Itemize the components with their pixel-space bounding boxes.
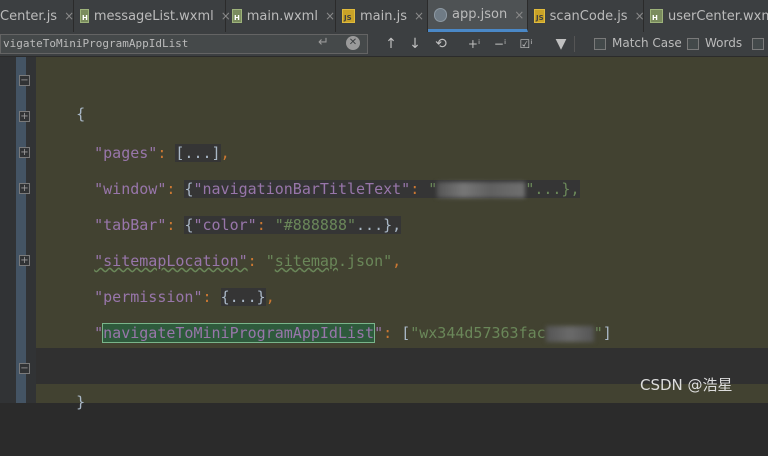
change-marker	[16, 57, 26, 403]
next-occurrence-icon[interactable]: ↓	[406, 35, 424, 53]
json-string: "	[428, 180, 438, 198]
tab-label: app.json	[452, 7, 508, 22]
code-line: "window": {"navigationBarTitleText": " ".…	[58, 135, 580, 198]
close-tab-icon[interactable]: ×	[64, 9, 74, 23]
enter-icon: ↵	[318, 35, 329, 50]
remove-selection-icon[interactable]: −ⁱ	[490, 35, 510, 53]
json-string: .json"	[337, 252, 393, 270]
filter-icon[interactable]: ▼	[552, 35, 570, 53]
tab-label: main.js	[360, 8, 407, 24]
code-line: }	[40, 348, 85, 411]
blurred-text	[545, 325, 594, 342]
code-line: "sitemapLocation": "sitemap.json",	[58, 207, 401, 270]
code-line: "tabBar": {"color": "#888888"...},	[58, 171, 402, 234]
colon: :	[410, 180, 429, 198]
js-file-icon: JS	[534, 9, 545, 23]
editor-gutter: − + + + + −	[0, 57, 36, 403]
code-editor[interactable]: { "pages": [...], "window": {"navigation…	[36, 57, 768, 411]
json-string: "...},	[525, 180, 580, 198]
colon: :	[383, 324, 402, 342]
fold-icon[interactable]: −	[19, 363, 30, 374]
search-input[interactable]: vigateToMiniProgramAppIdList	[0, 34, 368, 54]
fold-icon[interactable]: +	[19, 183, 30, 194]
js-file-icon: JS	[342, 9, 355, 23]
editor-tab-bar: Center.js × H messageList.wxml × H main.…	[0, 0, 768, 33]
fold-icon[interactable]: +	[19, 255, 30, 266]
json-string: sitemap	[274, 252, 338, 270]
tab-messagelist-wxml[interactable]: H messageList.wxml ×	[74, 0, 231, 32]
bracket: ]	[602, 324, 612, 342]
tab-main-wxml[interactable]: H main.wxml ×	[226, 0, 336, 32]
json-string: "wx344d57363fac	[410, 324, 546, 342]
words-label: Words	[705, 36, 743, 50]
fold-icon[interactable]: +	[19, 111, 30, 122]
close-tab-icon[interactable]: ×	[325, 9, 335, 23]
comma: ,	[392, 252, 402, 270]
json-key-quote: "	[374, 324, 384, 342]
search-match-highlight: navigateToMiniProgramAppIdList	[102, 323, 376, 343]
json-key-quote: "	[94, 324, 104, 342]
wxml-file-icon: H	[232, 9, 242, 23]
tab-label: scanCode.js	[549, 8, 628, 24]
regex-checkbox[interactable]	[752, 38, 764, 50]
tab-center-js[interactable]: Center.js ×	[0, 0, 74, 32]
watermark: CSDN @浩星	[640, 376, 733, 394]
wxml-file-icon: H	[650, 9, 663, 23]
previous-occurrence-icon[interactable]: ↑	[382, 35, 400, 53]
find-bar: vigateToMiniProgramAppIdList ↵ ✕ ↑ ↓ ⟲ +…	[0, 32, 768, 57]
close-tab-icon[interactable]: ×	[514, 8, 524, 22]
fold-icon[interactable]: +	[19, 147, 30, 158]
tab-usercenter-wxml[interactable]: H userCenter.wxml	[644, 0, 768, 32]
find-in-path-icon[interactable]: ⟲	[432, 35, 450, 53]
add-selection-icon[interactable]: +ⁱ	[464, 35, 484, 53]
tab-label: Center.js	[0, 8, 58, 24]
close-brace: }	[76, 393, 86, 411]
code-line: {	[40, 60, 85, 123]
tab-main-js[interactable]: JS main.js ×	[336, 0, 428, 32]
blurred-text	[437, 181, 526, 198]
tab-app-json[interactable]: app.json ×	[428, 0, 528, 32]
tab-scancode-js[interactable]: JS scanCode.js ×	[528, 0, 645, 32]
close-tab-icon[interactable]: ×	[414, 9, 424, 23]
wxml-file-icon: H	[80, 9, 89, 23]
bracket: [	[401, 324, 411, 342]
toolbar-divider	[574, 36, 575, 52]
words-checkbox[interactable]	[687, 38, 699, 50]
match-case-label: Match Case	[612, 36, 682, 50]
select-all-occurrences-icon[interactable]: ☑ⁱ	[516, 35, 536, 53]
json-file-icon	[434, 7, 447, 22]
tab-label: main.wxml	[246, 8, 318, 24]
tab-label: messageList.wxml	[93, 8, 214, 24]
fold-icon[interactable]: −	[19, 75, 30, 86]
clear-search-icon[interactable]: ✕	[346, 36, 360, 50]
tab-label: userCenter.wxml	[668, 8, 768, 24]
match-case-checkbox[interactable]	[594, 38, 606, 50]
code-line: "pages": [...],	[58, 99, 230, 162]
code-line: "navigateToMiniProgramAppIdList": ["wx34…	[58, 279, 612, 343]
code-line: "permission": {...},	[58, 243, 275, 306]
json-string: "	[593, 324, 603, 342]
